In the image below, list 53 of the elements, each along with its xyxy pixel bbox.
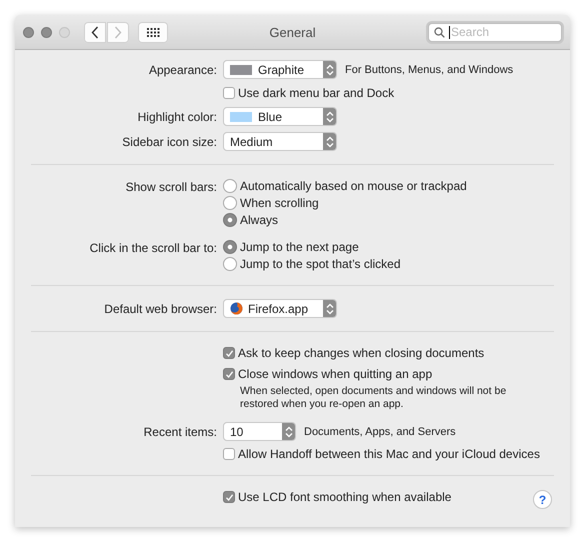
help-text: When selected, open documents and windows will not be restored when you re-open an app. [240,385,508,411]
setting-description: For Buttons, Menus, and Windows [345,64,514,76]
setting-label: Appearance: [148,62,217,78]
radio-button[interactable] [223,179,237,193]
show-all-button[interactable] [138,22,168,42]
close-button[interactable] [23,26,34,38]
back-button[interactable] [84,22,106,42]
radio-option[interactable]: Always [223,212,278,228]
radio-button[interactable] [223,257,237,271]
stepper-icon [323,108,336,125]
setting-label: Highlight color: [136,108,217,124]
popup-button[interactable]: Medium [223,132,337,151]
radio-button[interactable] [223,213,237,227]
popup-button[interactable]: Graphite [223,60,337,79]
setting-label: Recent items: [142,424,217,440]
chevron-left-icon [91,26,99,38]
chevron-right-icon [114,26,122,38]
checkbox-option[interactable]: Use dark menu bar and Dock [223,85,394,101]
checkbox[interactable] [223,347,235,359]
minimize-button[interactable] [41,26,52,38]
setting-label: Sidebar icon size: [121,134,217,150]
setting-label: Show scroll bars: [124,179,217,195]
checkbox[interactable] [223,448,235,460]
setting-label: Click in the scroll bar to: [88,240,217,256]
checkbox-option[interactable]: Allow Handoff between this Mac and your iCloud devices [223,446,540,462]
stepper-icon [323,61,336,78]
text-cursor [449,26,450,38]
checkbox-option[interactable]: Use LCD font smoothing when available [223,489,452,505]
help-button[interactable]: ? [533,490,552,509]
radio-option[interactable]: When scrolling [223,195,319,211]
checkbox-option[interactable]: Close windows when quitting an app [223,366,432,382]
stepper-icon [282,423,295,440]
checkbox-option[interactable]: Ask to keep changes when closing documents [223,345,484,361]
stepper-icon [323,133,336,150]
radio-option[interactable]: Automatically based on mouse or trackpad [223,178,467,194]
radio-button[interactable] [223,240,237,254]
recent-items-combo-box[interactable]: 10 [223,422,296,441]
radio-option[interactable]: Jump to the spot that’s clicked [223,256,401,272]
browser-icon [230,302,243,315]
grid-icon [146,28,160,36]
stepper-icon [323,300,336,317]
search-field[interactable]: Search [428,22,562,42]
setting-description: Documents, Apps, and Servers [304,426,456,438]
search-icon [434,26,445,38]
popup-button[interactable]: Firefox.app [223,299,337,318]
radio-option[interactable]: Jump to the next page [223,239,359,255]
popup-button[interactable]: Blue [223,107,337,126]
checkbox[interactable] [223,368,235,380]
window-title: General [268,25,317,40]
setting-label: Default web browser: [103,300,217,316]
checkbox[interactable] [223,491,235,503]
radio-button[interactable] [223,196,237,210]
checkbox[interactable] [223,87,235,99]
